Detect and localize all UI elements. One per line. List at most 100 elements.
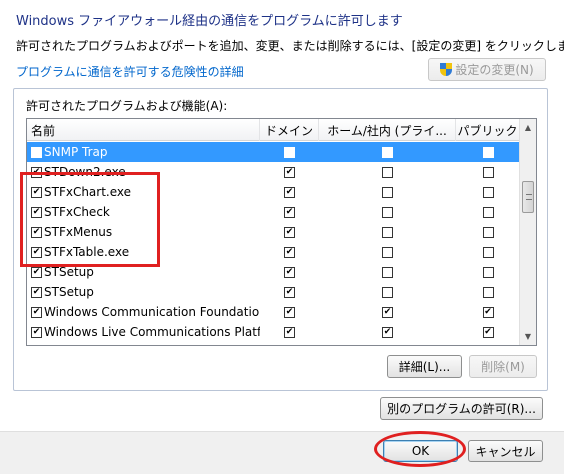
- row-program-name: STSetup: [44, 285, 94, 299]
- row-enabled-checkbox[interactable]: [31, 326, 42, 338]
- domain-checkbox-cell: [260, 262, 319, 282]
- home-work-checkbox[interactable]: [382, 146, 393, 158]
- home-work-checkbox[interactable]: [382, 186, 393, 198]
- scroll-down-arrow-icon[interactable]: ▼: [520, 328, 536, 345]
- remove-button[interactable]: 削除(M): [469, 355, 537, 378]
- public-checkbox[interactable]: [482, 146, 494, 158]
- domain-checkbox-cell: [260, 302, 319, 322]
- row-enabled-checkbox[interactable]: [31, 306, 42, 318]
- public-checkbox[interactable]: [482, 326, 494, 338]
- row-program-name: SNMP Trap: [44, 145, 108, 159]
- row-name-cell: STSetup: [27, 282, 260, 302]
- domain-checkbox-cell: [260, 162, 319, 182]
- domain-checkbox[interactable]: [284, 226, 295, 238]
- domain-checkbox-cell: [260, 322, 319, 342]
- scroll-up-arrow-icon[interactable]: ▲: [520, 119, 536, 136]
- home-work-checkbox-cell: [319, 142, 456, 162]
- domain-checkbox[interactable]: [284, 146, 295, 158]
- home-work-checkbox-cell: [319, 282, 456, 302]
- public-checkbox[interactable]: [482, 206, 494, 218]
- domain-checkbox-cell: [260, 222, 319, 242]
- domain-checkbox-cell: [260, 282, 319, 302]
- domain-checkbox-cell: [260, 202, 319, 222]
- row-name-cell: Windows Live Communications Platfo...: [27, 322, 260, 342]
- home-work-checkbox[interactable]: [382, 266, 393, 278]
- home-work-checkbox[interactable]: [382, 306, 393, 318]
- highlight-rectangle: [20, 172, 160, 267]
- row-name-cell: SNMP Trap: [27, 142, 260, 162]
- public-checkbox-cell: [456, 302, 520, 322]
- home-work-checkbox[interactable]: [382, 326, 393, 338]
- domain-checkbox[interactable]: [284, 186, 295, 198]
- dialog-title: Windows ファイアウォール経由の通信をプログラムに許可します: [16, 14, 403, 29]
- home-work-checkbox-cell: [319, 322, 456, 342]
- public-checkbox[interactable]: [482, 286, 494, 298]
- row-enabled-checkbox[interactable]: [31, 286, 42, 298]
- public-checkbox[interactable]: [482, 166, 494, 178]
- public-checkbox-cell: [456, 282, 520, 302]
- home-work-checkbox-cell: [319, 222, 456, 242]
- home-work-checkbox[interactable]: [382, 286, 393, 298]
- domain-checkbox[interactable]: [284, 166, 295, 178]
- dialog-description: 許可されたプログラムおよびポートを追加、変更、または削除するには、[設定の変更]…: [16, 39, 564, 53]
- table-row[interactable]: Windows Live Communications Platfo...: [27, 322, 520, 342]
- domain-checkbox[interactable]: [284, 206, 295, 218]
- domain-checkbox-cell: [260, 182, 319, 202]
- column-header-public[interactable]: パブリック: [456, 119, 520, 141]
- row-program-name: Windows Live Communications Platfo...: [44, 325, 260, 339]
- home-work-checkbox-cell: [319, 262, 456, 282]
- table-row[interactable]: SNMP Trap: [27, 142, 520, 162]
- public-checkbox-cell: [456, 162, 520, 182]
- details-button[interactable]: 詳細(L)...: [387, 355, 462, 378]
- public-checkbox[interactable]: [482, 186, 494, 198]
- public-checkbox-cell: [456, 222, 520, 242]
- table-row[interactable]: Windows Communication Foundation: [27, 302, 520, 322]
- home-work-checkbox-cell: [319, 302, 456, 322]
- highlight-ellipse: [374, 431, 466, 467]
- domain-checkbox[interactable]: [284, 246, 295, 258]
- row-name-cell: Windows Communication Foundation: [27, 302, 260, 322]
- domain-checkbox-cell: [260, 142, 319, 162]
- column-header-domain[interactable]: ドメイン: [260, 119, 319, 141]
- scroll-thumb[interactable]: [522, 181, 534, 213]
- vertical-scrollbar[interactable]: ▲ ▼: [519, 119, 536, 345]
- home-work-checkbox[interactable]: [382, 246, 393, 258]
- public-checkbox-cell: [456, 142, 520, 162]
- public-checkbox[interactable]: [482, 306, 494, 318]
- public-checkbox-cell: [456, 242, 520, 262]
- uac-shield-icon: [440, 63, 453, 76]
- home-work-checkbox-cell: [319, 242, 456, 262]
- row-enabled-checkbox[interactable]: [31, 146, 42, 158]
- public-checkbox[interactable]: [482, 226, 494, 238]
- domain-checkbox[interactable]: [284, 266, 295, 278]
- column-header-home-work[interactable]: ホーム/社内 (プライ...: [319, 119, 456, 141]
- change-settings-button[interactable]: 設定の変更(N): [428, 58, 546, 81]
- risk-info-link[interactable]: プログラムに通信を許可する危険性の詳細: [16, 63, 244, 80]
- table-row[interactable]: STSetup: [27, 282, 520, 302]
- column-header-name[interactable]: 名前: [27, 119, 260, 141]
- row-program-name: Windows Communication Foundation: [44, 305, 260, 319]
- cancel-button[interactable]: キャンセル: [468, 440, 543, 462]
- scroll-grip-icon: [526, 194, 532, 200]
- row-program-name: STSetup: [44, 265, 94, 279]
- domain-checkbox-cell: [260, 242, 319, 262]
- public-checkbox[interactable]: [482, 266, 494, 278]
- domain-checkbox[interactable]: [284, 306, 295, 318]
- change-settings-label: 設定の変更(N): [455, 63, 534, 77]
- home-work-checkbox-cell: [319, 182, 456, 202]
- public-checkbox-cell: [456, 322, 520, 342]
- home-work-checkbox-cell: [319, 202, 456, 222]
- list-header: 名前 ドメイン ホーム/社内 (プライ... パブリック: [27, 119, 520, 141]
- allow-another-program-button[interactable]: 別のプログラムの許可(R)...: [380, 397, 543, 420]
- domain-checkbox[interactable]: [284, 286, 295, 298]
- home-work-checkbox[interactable]: [382, 206, 393, 218]
- public-checkbox[interactable]: [482, 246, 494, 258]
- public-checkbox-cell: [456, 202, 520, 222]
- row-enabled-checkbox[interactable]: [31, 266, 42, 278]
- allowed-programs-label: 許可されたプログラムおよび機能(A):: [26, 99, 228, 113]
- public-checkbox-cell: [456, 182, 520, 202]
- home-work-checkbox-cell: [319, 162, 456, 182]
- domain-checkbox[interactable]: [284, 326, 295, 338]
- home-work-checkbox[interactable]: [382, 166, 393, 178]
- home-work-checkbox[interactable]: [382, 226, 393, 238]
